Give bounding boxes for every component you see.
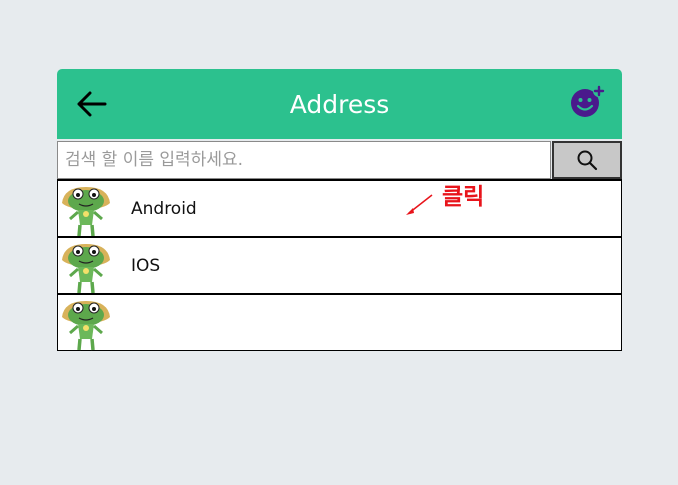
app-header: Address bbox=[57, 69, 622, 139]
list-item-label: Android bbox=[131, 198, 197, 219]
address-list: Android IOS bbox=[57, 179, 622, 351]
list-item-label: IOS bbox=[131, 255, 161, 276]
search-icon bbox=[577, 150, 598, 171]
click-annotation: 클릭 bbox=[404, 175, 504, 220]
list-item-empty[interactable] bbox=[57, 293, 622, 351]
list-item-android[interactable]: Android bbox=[57, 179, 622, 237]
frog-character-icon bbox=[62, 243, 110, 293]
address-app: Address 검색 할 이름 입력하세요. Android IOS bbox=[57, 69, 622, 351]
add-user-icon bbox=[571, 85, 605, 117]
frog-character-icon bbox=[62, 300, 110, 350]
list-item-ios[interactable]: IOS bbox=[57, 236, 622, 294]
frog-character-icon bbox=[62, 186, 110, 236]
search-button[interactable] bbox=[552, 141, 622, 179]
page-title: Address bbox=[289, 90, 390, 119]
add-user-button[interactable] bbox=[570, 85, 606, 119]
search-bar bbox=[57, 141, 622, 181]
search-input[interactable] bbox=[57, 141, 551, 179]
annotation-label: 클릭 bbox=[442, 184, 485, 210]
annotation-arrow-icon bbox=[406, 194, 433, 215]
